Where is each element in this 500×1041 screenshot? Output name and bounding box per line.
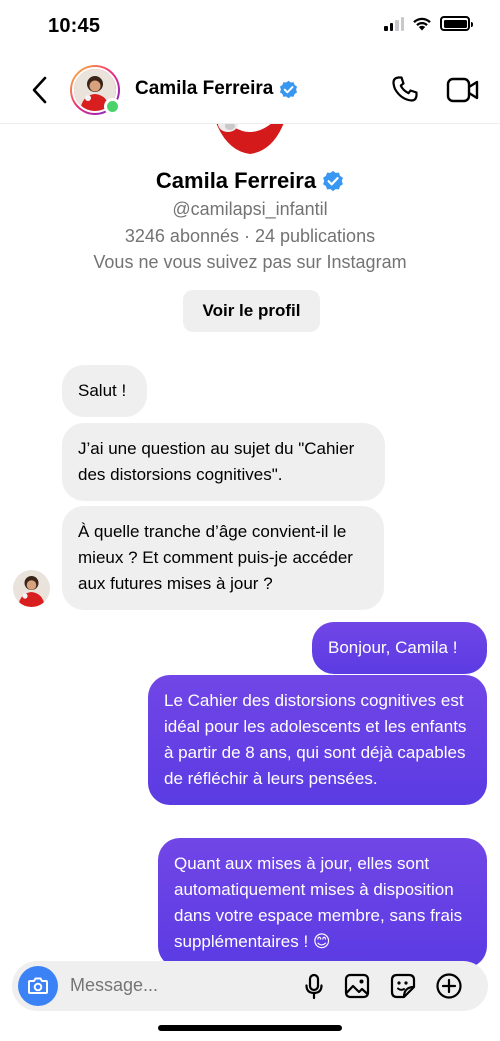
message-composer xyxy=(12,961,488,1011)
sticker-icon[interactable] xyxy=(389,972,417,1000)
message-bubble-incoming[interactable]: J’ai une question au sujet du "Cahier de… xyxy=(62,423,385,501)
message-bubble-incoming[interactable]: À quelle tranche d’âge convient-il le mi… xyxy=(62,506,384,610)
wifi-icon xyxy=(412,16,432,31)
microphone-icon[interactable] xyxy=(300,972,328,1000)
back-arrow-icon[interactable] xyxy=(26,74,54,106)
camera-button[interactable] xyxy=(18,966,58,1006)
add-icon[interactable] xyxy=(435,972,463,1000)
video-call-icon[interactable] xyxy=(446,76,480,104)
verified-badge-icon xyxy=(279,80,298,99)
gallery-icon[interactable] xyxy=(343,972,371,1000)
follow-status: Vous ne vous suivez pas sur Instagram xyxy=(93,252,407,272)
message-bubble-outgoing[interactable]: Le Cahier des distorsions cognitives est… xyxy=(148,675,487,805)
profile-stats: 3246 abonnés · 24 publications xyxy=(124,226,376,246)
camera-icon xyxy=(27,976,49,996)
status-time: 10:45 xyxy=(48,15,101,37)
sender-avatar[interactable] xyxy=(13,570,50,607)
message-input[interactable] xyxy=(70,975,270,996)
status-icons xyxy=(384,16,473,31)
home-indicator[interactable] xyxy=(158,1025,342,1031)
verified-badge-icon xyxy=(322,170,344,192)
profile-handle: @camilapsi_infantil xyxy=(172,199,328,219)
message-bubble-outgoing[interactable]: Bonjour, Camila ! xyxy=(312,622,487,674)
contact-name[interactable]: Camila Ferreira xyxy=(135,78,298,100)
status-bar: 10:45 xyxy=(0,0,500,56)
battery-icon xyxy=(440,16,473,31)
message-bubble-outgoing[interactable]: Quant aux mises à jour, elles sont autom… xyxy=(158,838,487,968)
profile-name-text: Camila Ferreira xyxy=(155,168,317,193)
online-status-indicator xyxy=(104,98,121,115)
phone-call-icon[interactable] xyxy=(390,74,420,104)
contact-name-text: Camila Ferreira xyxy=(135,78,274,99)
view-profile-button[interactable]: Voir le profil xyxy=(183,290,320,332)
signal-icon xyxy=(384,16,404,31)
chat-header: Camila Ferreira xyxy=(0,56,500,124)
profile-name: Camila Ferreira xyxy=(0,168,500,194)
message-bubble-incoming[interactable]: Salut ! xyxy=(62,365,147,417)
